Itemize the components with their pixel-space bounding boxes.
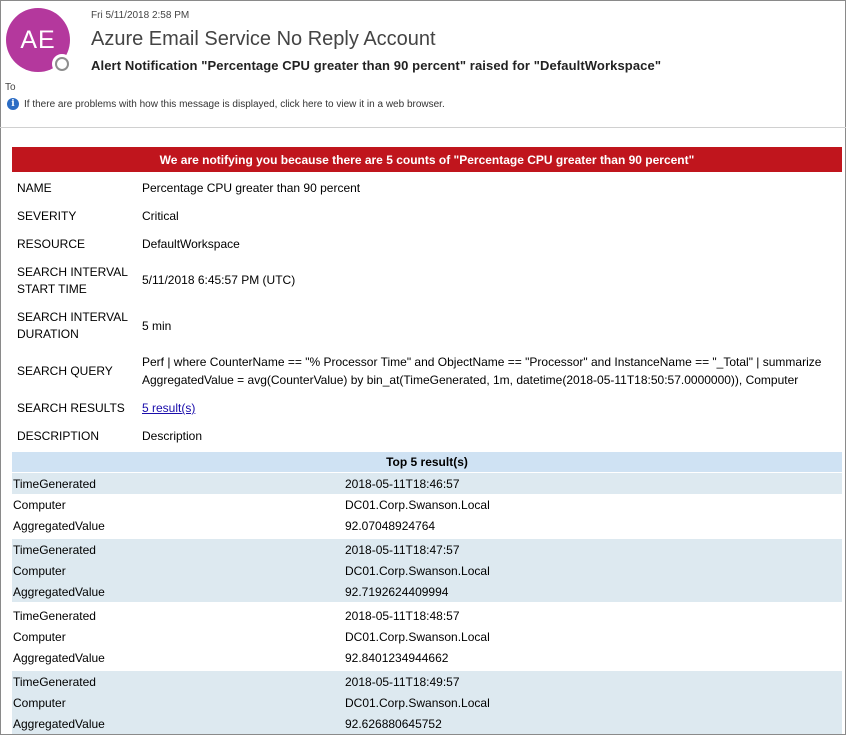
row-key: TimeGenerated: [13, 476, 96, 491]
row-value: DC01.Corp.Swanson.Local: [345, 629, 490, 644]
table-row: Computer DC01.Corp.Swanson.Local: [12, 560, 842, 581]
start-time-label-line2: START TIME: [17, 282, 87, 296]
table-row: AggregatedValue 92.626880645752: [12, 713, 842, 734]
row-key: TimeGenerated: [13, 608, 96, 623]
search-query-label: SEARCH QUERY: [17, 364, 113, 378]
search-query-line2: AggregatedValue = avg(CounterValue) by b…: [142, 373, 799, 387]
table-row: TimeGenerated 2018-05-11T18:47:57: [12, 539, 842, 560]
row-key: TimeGenerated: [13, 674, 96, 689]
info-text[interactable]: If there are problems with how this mess…: [24, 99, 445, 110]
resource-value: DefaultWorkspace: [142, 237, 240, 251]
avatar-initials: AE: [20, 25, 56, 54]
table-row: TimeGenerated 2018-05-11T18:49:57: [12, 671, 842, 692]
alert-banner: We are notifying you because there are 5…: [12, 147, 842, 172]
message-date: Fri 5/11/2018 2:58 PM: [91, 10, 190, 21]
duration-label-line1: SEARCH INTERVAL: [17, 310, 128, 324]
severity-label: SEVERITY: [17, 209, 77, 223]
row-value: 92.626880645752: [345, 716, 442, 731]
message-header: AE Fri 5/11/2018 2:58 PM Azure Email Ser…: [0, 0, 846, 130]
severity-value: Critical: [142, 209, 179, 223]
table-row: TimeGenerated 2018-05-11T18:48:57: [12, 605, 842, 626]
duration-label-line2: DURATION: [17, 327, 79, 341]
row-key: Computer: [13, 695, 66, 710]
row-value: DC01.Corp.Swanson.Local: [345, 695, 490, 710]
presence-status-icon: [52, 54, 72, 74]
search-results-link[interactable]: 5 result(s): [142, 401, 195, 415]
row-value: 2018-05-11T18:48:57: [345, 608, 460, 623]
description-value: Description: [142, 429, 203, 443]
table-row: Computer DC01.Corp.Swanson.Local: [12, 494, 842, 515]
row-value: 2018-05-11T18:49:57: [345, 674, 460, 689]
search-results-value: 5 result(s): [142, 400, 195, 417]
start-time-value: 5/11/2018 6:45:57 PM (UTC): [142, 273, 296, 287]
resource-label: RESOURCE: [17, 237, 86, 251]
table-row: Computer DC01.Corp.Swanson.Local: [12, 692, 842, 713]
message-subject: Alert Notification "Percentage CPU great…: [91, 58, 662, 73]
table-row: Computer DC01.Corp.Swanson.Local: [12, 626, 842, 647]
to-label: To: [5, 82, 16, 93]
row-key: AggregatedValue: [13, 650, 105, 665]
sender-name[interactable]: Azure Email Service No Reply Account: [91, 28, 436, 51]
table-row: AggregatedValue 92.8401234944662: [12, 647, 842, 668]
search-results-label: SEARCH RESULTS: [17, 401, 125, 415]
row-key: TimeGenerated: [13, 542, 96, 557]
row-key: AggregatedValue: [13, 518, 105, 533]
row-key: Computer: [13, 497, 66, 512]
header-divider: [0, 127, 846, 128]
row-value: 92.8401234944662: [345, 650, 449, 665]
table-row: AggregatedValue 92.7192624409994: [12, 581, 842, 602]
row-value: 2018-05-11T18:46:57: [345, 476, 460, 491]
row-key: AggregatedValue: [13, 716, 105, 731]
row-value: DC01.Corp.Swanson.Local: [345, 563, 490, 578]
row-value: 2018-05-11T18:47:57: [345, 542, 460, 557]
info-bar[interactable]: i If there are problems with how this me…: [7, 98, 445, 110]
name-value: Percentage CPU greater than 90 percent: [142, 181, 361, 195]
start-time-label-line1: SEARCH INTERVAL: [17, 265, 128, 279]
row-key: Computer: [13, 629, 66, 644]
table-row: AggregatedValue 92.07048924764: [12, 515, 842, 536]
description-label: DESCRIPTION: [17, 429, 100, 443]
row-key: Computer: [13, 563, 66, 578]
row-value: DC01.Corp.Swanson.Local: [345, 497, 490, 512]
row-value: 92.7192624409994: [345, 584, 449, 599]
name-label: NAME: [17, 181, 52, 195]
row-key: AggregatedValue: [13, 584, 105, 599]
info-icon: i: [7, 98, 19, 110]
table-row: TimeGenerated 2018-05-11T18:46:57: [12, 473, 842, 494]
search-query-line1: Perf | where CounterName == "% Processor…: [142, 355, 822, 369]
row-value: 92.07048924764: [345, 518, 436, 533]
duration-value: 5 min: [142, 319, 172, 333]
results-table-header: Top 5 result(s): [12, 452, 842, 472]
